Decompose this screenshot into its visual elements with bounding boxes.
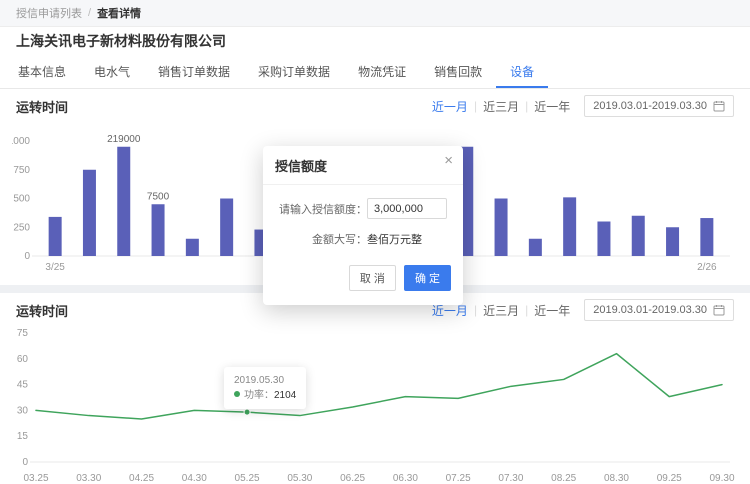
series-dot-icon bbox=[234, 391, 240, 397]
amount-words-label: 金额大写： bbox=[275, 231, 367, 247]
svg-text:08.25: 08.25 bbox=[551, 473, 576, 484]
tab-sales-collection[interactable]: 销售回款 bbox=[420, 55, 496, 88]
svg-text:05.25: 05.25 bbox=[235, 473, 260, 484]
tab-bar: 基本信息 电水气 销售订单数据 采购订单数据 物流凭证 销售回款 设备 bbox=[0, 55, 750, 89]
svg-text:0: 0 bbox=[22, 457, 28, 468]
tab-utilities[interactable]: 电水气 bbox=[80, 55, 144, 88]
filter-last-quarter[interactable]: 近三月 bbox=[483, 302, 519, 319]
svg-text:250: 250 bbox=[13, 222, 30, 233]
svg-text:04.25: 04.25 bbox=[129, 473, 154, 484]
filter-last-year[interactable]: 近一年 bbox=[534, 302, 570, 319]
tooltip-date: 2019.05.30 bbox=[234, 373, 296, 388]
svg-text:07.25: 07.25 bbox=[446, 473, 471, 484]
filter-last-quarter[interactable]: 近三月 bbox=[483, 98, 519, 115]
svg-text:0: 0 bbox=[24, 251, 30, 262]
modal-header: 授信额度 × bbox=[263, 146, 463, 185]
svg-text:04.30: 04.30 bbox=[182, 473, 207, 484]
confirm-button[interactable]: 确 定 bbox=[404, 265, 451, 291]
filter-separator: | bbox=[525, 303, 528, 317]
date-range-value: 2019.03.01-2019.03.30 bbox=[593, 100, 707, 112]
tab-basic-info[interactable]: 基本信息 bbox=[4, 55, 80, 88]
modal-title: 授信额度 bbox=[275, 159, 327, 174]
svg-text:45: 45 bbox=[17, 380, 29, 391]
close-icon[interactable]: × bbox=[444, 153, 453, 168]
modal-footer: 取 消 确 定 bbox=[263, 261, 463, 305]
svg-text:08.30: 08.30 bbox=[604, 473, 629, 484]
credit-limit-modal: 授信额度 × 请输入授信额度： 金额大写： 叁佰万元整 取 消 确 定 bbox=[263, 146, 463, 305]
calendar-icon bbox=[713, 304, 725, 316]
tab-equipment[interactable]: 设备 bbox=[496, 55, 548, 88]
svg-text:03.25: 03.25 bbox=[23, 473, 48, 484]
modal-body: 请输入授信额度： 金额大写： 叁佰万元整 bbox=[263, 185, 463, 261]
svg-text:60: 60 bbox=[17, 354, 29, 365]
breadcrumb-parent-link[interactable]: 授信申请列表 bbox=[16, 5, 82, 21]
chart-tooltip: 2019.05.30 功率：2104 bbox=[224, 367, 306, 409]
calendar-icon bbox=[713, 100, 725, 112]
svg-text:03.30: 03.30 bbox=[76, 473, 101, 484]
tab-sales-orders[interactable]: 销售订单数据 bbox=[144, 55, 244, 88]
page-title: 上海关讯电子新材料股份有限公司 bbox=[0, 27, 750, 55]
svg-text:75: 75 bbox=[17, 328, 29, 339]
filter-last-year[interactable]: 近一年 bbox=[534, 98, 570, 115]
svg-text:07.30: 07.30 bbox=[498, 473, 523, 484]
tab-logistics-vouchers[interactable]: 物流凭证 bbox=[344, 55, 420, 88]
breadcrumb-current: 查看详情 bbox=[97, 5, 141, 21]
section-title: 运转时间 bbox=[16, 301, 68, 320]
svg-text:09.25: 09.25 bbox=[657, 473, 682, 484]
tooltip-series: 功率：2104 bbox=[234, 388, 296, 403]
svg-text:7500: 7500 bbox=[147, 191, 170, 202]
svg-text:05.30: 05.30 bbox=[287, 473, 312, 484]
svg-text:1000: 1000 bbox=[12, 136, 30, 147]
svg-text:3/25: 3/25 bbox=[45, 262, 65, 273]
chart-controls: 近一月 | 近三月 | 近一年 2019.03.01-2019.03.30 bbox=[432, 299, 734, 321]
section-header: 运转时间 近一月 | 近三月 | 近一年 2019.03.01-2019.03.… bbox=[12, 91, 738, 121]
tooltip-series-label: 功率： bbox=[244, 390, 274, 401]
date-range-picker[interactable]: 2019.03.01-2019.03.30 bbox=[584, 95, 734, 117]
filter-last-month[interactable]: 近一月 bbox=[432, 98, 468, 115]
svg-text:750: 750 bbox=[13, 165, 30, 176]
filter-separator: | bbox=[474, 99, 477, 113]
breadcrumb: 授信申请列表 / 查看详情 bbox=[0, 0, 750, 27]
breadcrumb-separator: / bbox=[88, 7, 91, 19]
date-range-value: 2019.03.01-2019.03.30 bbox=[593, 304, 707, 316]
line-chart[interactable]: 0 15 30 45 60 75 03.25 03.30 04.25 04.30 05.25 05.3… bbox=[12, 325, 738, 484]
svg-text:219000: 219000 bbox=[107, 134, 141, 145]
runtime-line-section: 运转时间 近一月 | 近三月 | 近一年 2019.03.01-2019.03.… bbox=[0, 293, 750, 484]
credit-amount-input[interactable] bbox=[367, 198, 447, 219]
svg-text:2/26: 2/26 bbox=[697, 262, 717, 273]
section-title: 运转时间 bbox=[16, 97, 68, 116]
svg-text:15: 15 bbox=[17, 431, 29, 442]
cancel-button[interactable]: 取 消 bbox=[349, 265, 396, 291]
tab-purchase-orders[interactable]: 采购订单数据 bbox=[244, 55, 344, 88]
app-window: 授信申请列表 / 查看详情 上海关讯电子新材料股份有限公司 基本信息 电水气 销… bbox=[0, 0, 750, 484]
svg-text:500: 500 bbox=[13, 194, 30, 205]
date-range-picker[interactable]: 2019.03.01-2019.03.30 bbox=[584, 299, 734, 321]
svg-text:06.30: 06.30 bbox=[393, 473, 418, 484]
svg-text:06.25: 06.25 bbox=[340, 473, 365, 484]
tooltip-value: 2104 bbox=[274, 390, 296, 401]
credit-input-label: 请输入授信额度： bbox=[275, 201, 367, 217]
svg-text:09.30: 09.30 bbox=[709, 473, 734, 484]
svg-text:30: 30 bbox=[17, 405, 29, 416]
filter-separator: | bbox=[474, 303, 477, 317]
chart-controls: 近一月 | 近三月 | 近一年 2019.03.01-2019.03.30 bbox=[432, 95, 734, 117]
filter-separator: | bbox=[525, 99, 528, 113]
amount-words-value: 叁佰万元整 bbox=[367, 231, 422, 247]
